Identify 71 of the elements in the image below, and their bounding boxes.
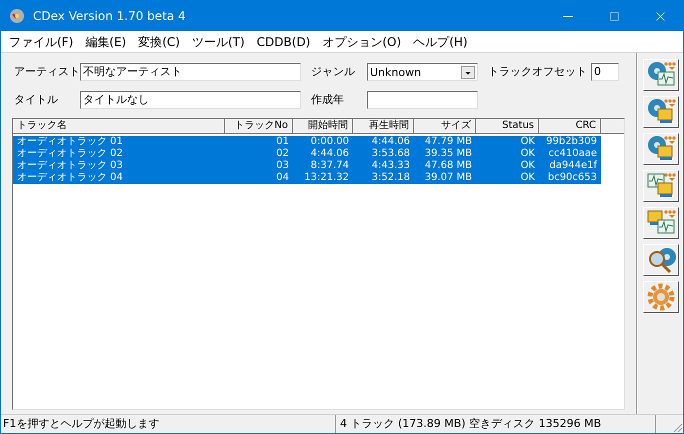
menu-item[interactable]: ツール(T) — [186, 32, 251, 50]
table-cell-text: 4:43.33 — [370, 160, 411, 172]
table-row[interactable]: オーディオトラック 01 01 0:00.00 4:44.06 47.79 MB OK 99b2b309 — [13, 136, 601, 148]
table-cell-text: オーディオトラック 01 — [16, 136, 124, 148]
menu-item[interactable]: オプション(O) — [316, 32, 408, 50]
field-label: 作成年 — [311, 92, 345, 108]
table-cell-text: 39.35 MB — [424, 148, 473, 160]
table-cell-text: OK — [520, 160, 536, 172]
table-cell-text: OK — [520, 136, 536, 148]
table-cell-text: 4:44.06 — [370, 136, 411, 148]
table-cell-text: 3:52.18 — [370, 172, 411, 184]
table-row[interactable]: オーディオトラック 04 04 13:21.32 3:52.18 39.07 MB OK bc90c653 — [13, 172, 601, 184]
column-header[interactable]: CRC — [539, 119, 601, 134]
column-header[interactable]: Status — [476, 119, 539, 134]
resize-grip-icon — [671, 421, 683, 433]
table-cell-text: 99b2b309 — [545, 136, 598, 148]
toolbar-button[interactable] — [642, 59, 678, 91]
table-cell-text: 47.68 MB — [424, 160, 473, 172]
column-header[interactable]: 再生時間 — [353, 119, 414, 134]
table-cell-text: 13:21.32 — [303, 172, 350, 184]
table-cell-text: OK — [520, 148, 536, 160]
column-header[interactable]: サイズ — [414, 119, 476, 134]
column-header[interactable]: トラックNo — [225, 119, 293, 134]
input-field[interactable]: タイトルなし — [80, 91, 301, 109]
table-cell-text: OK — [520, 172, 536, 184]
column-header[interactable]: 開始時間 — [293, 119, 353, 134]
table-cell-text: 47.79 MB — [424, 136, 473, 148]
table-cell-text: 02 — [275, 148, 290, 160]
status-text: F1を押すとヘルプが起動します — [1, 415, 336, 433]
toolbar-button[interactable] — [642, 207, 678, 239]
menu-item[interactable]: 変換(C) — [132, 32, 186, 50]
field-label: アーティスト — [13, 64, 80, 80]
table-row[interactable]: オーディオトラック 03 03 8:37.74 4:43.33 47.68 MB OK da944e1f — [13, 160, 601, 172]
settings-icon — [646, 282, 676, 312]
caret-icon — [461, 66, 475, 78]
table-cell-text: オーディオトラック 03 — [16, 160, 124, 172]
maximize-icon — [608, 10, 620, 22]
table-cell-text: 3:53.68 — [370, 148, 411, 160]
menu-item[interactable]: 編集(E) — [79, 32, 132, 50]
table-cell-text: オーディオトラック 02 — [16, 148, 124, 160]
table-cell-text: 4:44.06 — [310, 148, 350, 160]
table-cell-text: 01 — [275, 136, 290, 148]
table-row[interactable]: オーディオトラック 02 02 4:44.06 3:53.68 39.35 MB OK cc410aae — [13, 148, 601, 160]
table-cell-text: 04 — [275, 172, 290, 184]
table-cell-text: 39.07 MB — [424, 172, 473, 184]
table-cell-text: 0:00.00 — [310, 136, 350, 148]
table-cell-text: オーディオトラック 04 — [16, 172, 124, 184]
input-field[interactable] — [367, 91, 478, 109]
input-field[interactable]: 0 — [591, 63, 619, 81]
disc-icon — [9, 8, 25, 24]
field-label: タイトル — [13, 92, 59, 108]
status-text: 4 トラック (173.89 MB) 空きディスク 135296 MB — [336, 415, 656, 433]
menu-item[interactable]: CDDB(D) — [250, 32, 316, 50]
window-title: CDex Version 1.70 beta 4 — [33, 8, 186, 25]
table-cell-text: cc410aae — [548, 148, 598, 160]
field-label: トラックオフセット — [488, 64, 587, 80]
toolbar-button[interactable] — [642, 133, 678, 165]
column-header[interactable]: トラック名 — [13, 119, 225, 134]
toolbar-button[interactable] — [642, 244, 678, 276]
toolbar-button[interactable] — [642, 281, 678, 313]
menu-item[interactable]: ヘルプ(H) — [407, 32, 474, 50]
table-cell-text: da944e1f — [548, 160, 598, 172]
table-cell-text: 03 — [275, 160, 290, 172]
dropdown[interactable]: Unknown — [367, 63, 478, 81]
table-cell-text: 8:37.74 — [310, 160, 350, 172]
toolbar-button[interactable] — [642, 96, 678, 128]
menu-item[interactable]: ファイル(F) — [3, 32, 80, 50]
toolbar-button[interactable] — [642, 170, 678, 202]
input-field[interactable]: 不明なアーティスト — [80, 63, 301, 81]
field-label: ジャンル — [311, 64, 356, 80]
table-cell-text: bc90c653 — [546, 172, 598, 184]
